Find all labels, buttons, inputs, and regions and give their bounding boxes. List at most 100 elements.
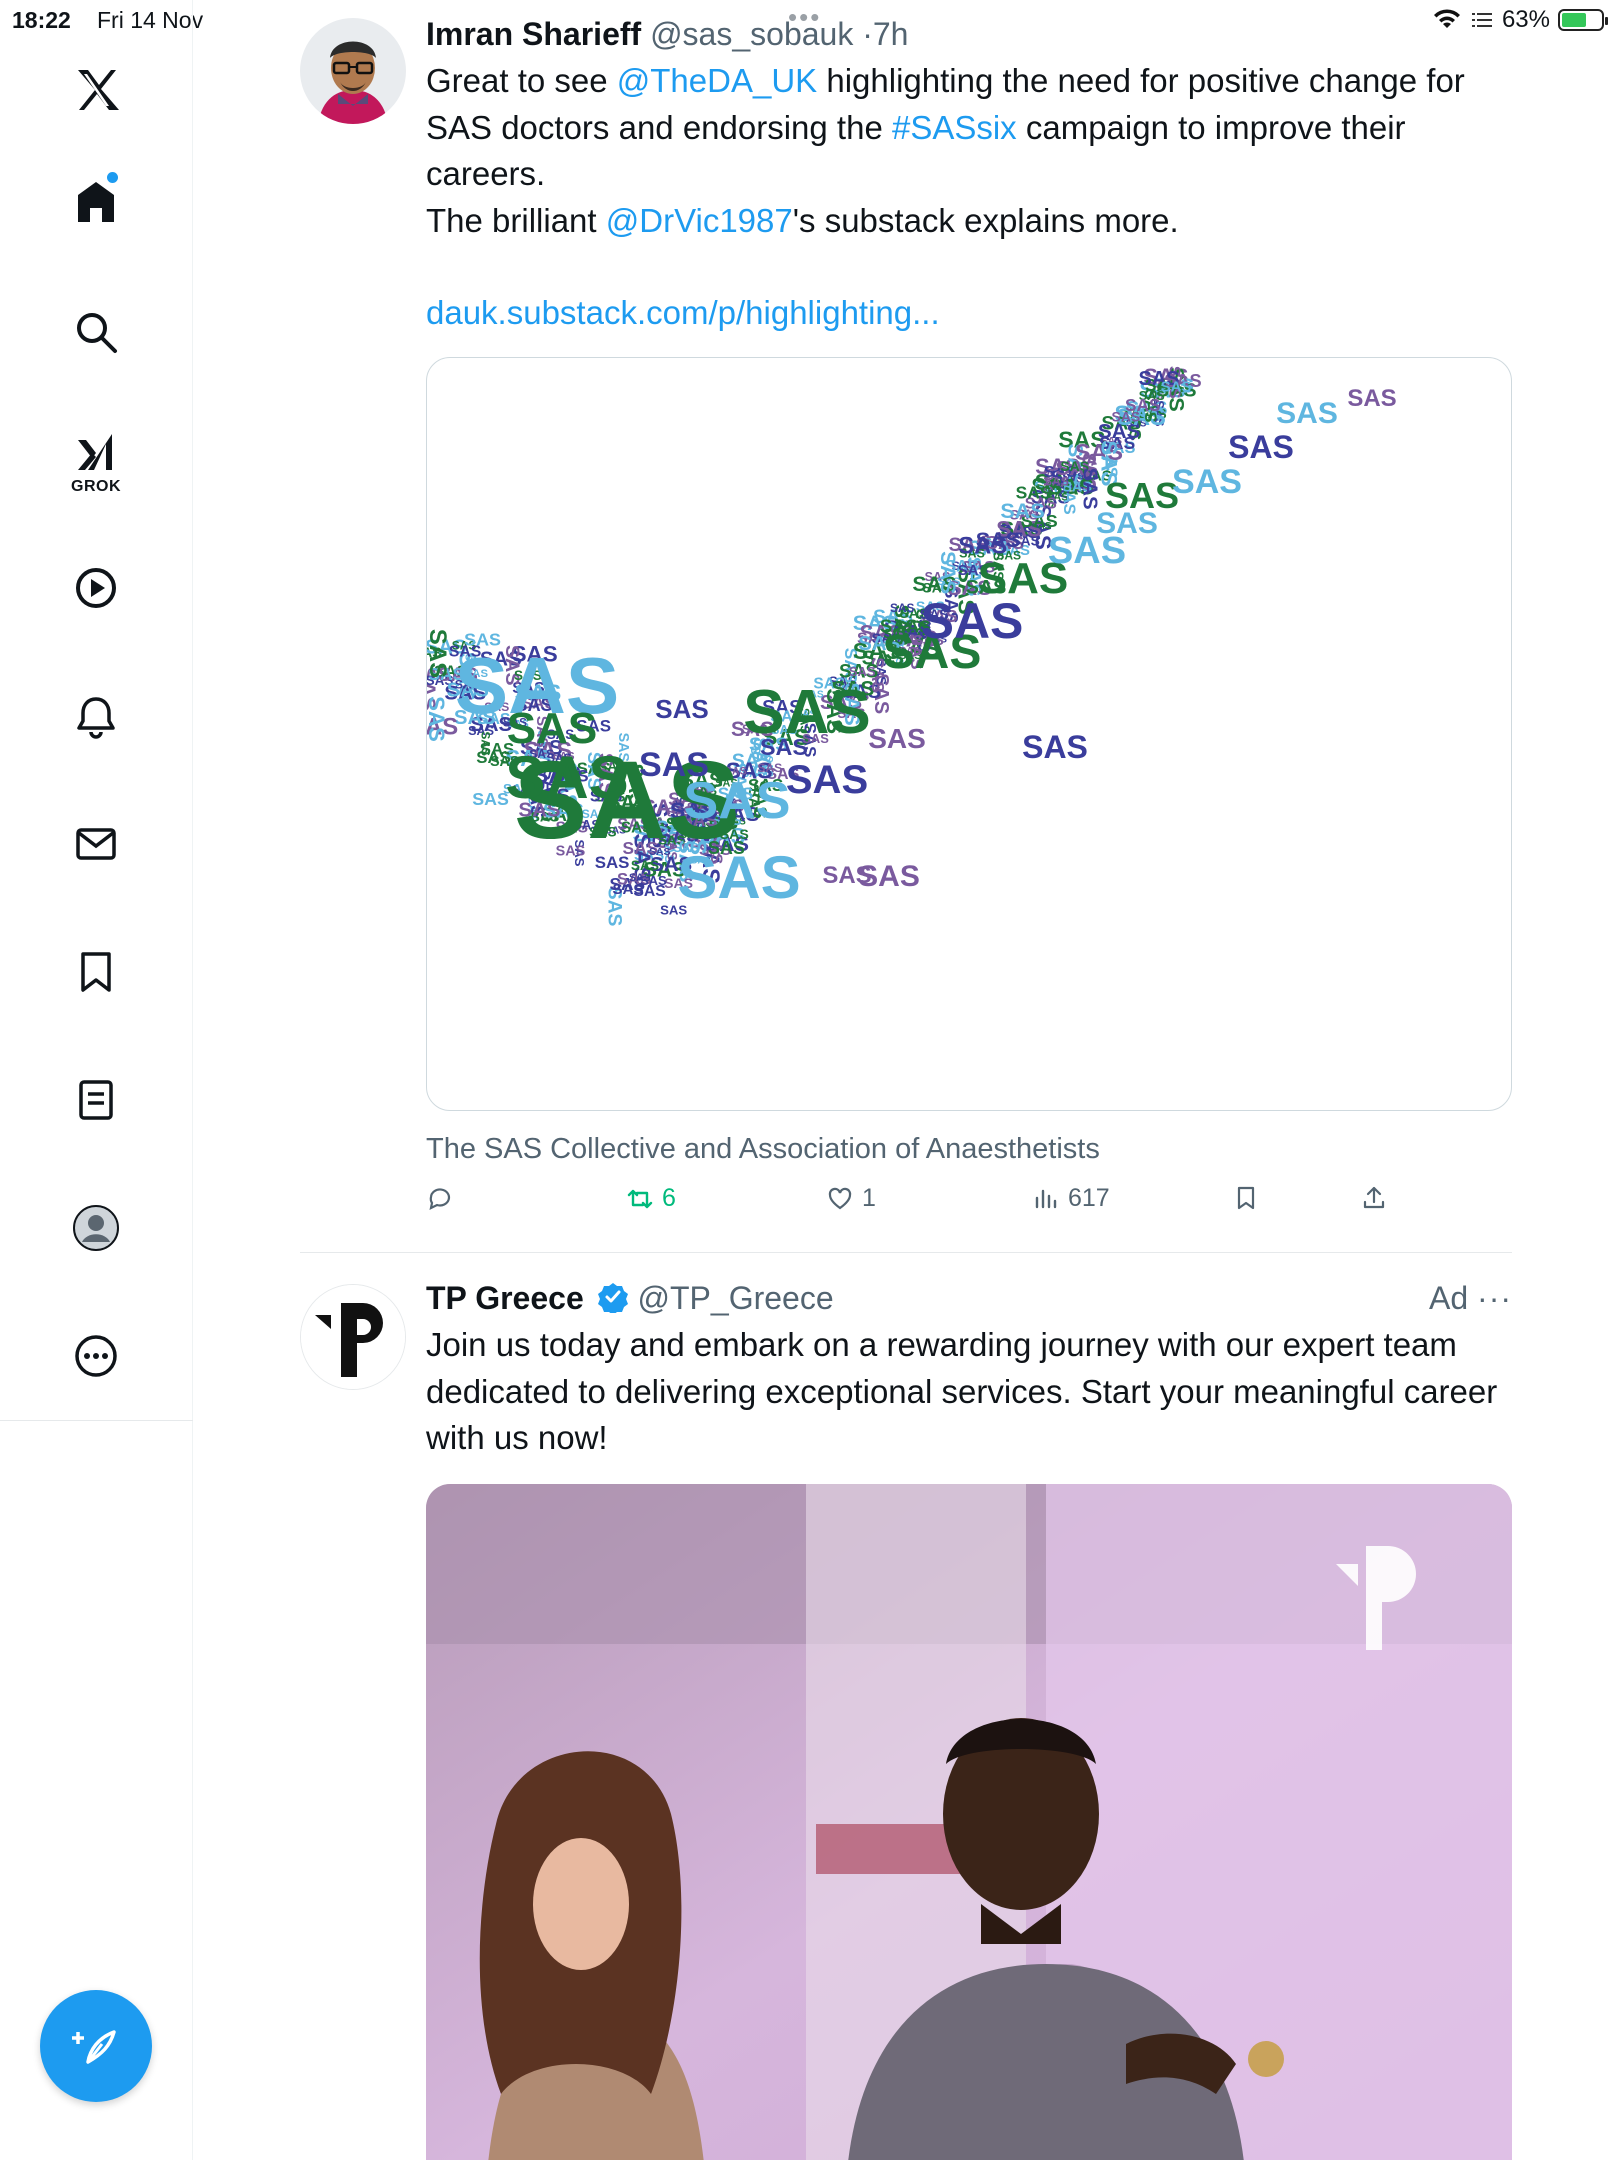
wordcloud-word: SAS — [1276, 397, 1338, 430]
ad-video-frame — [426, 1484, 1512, 2160]
more-icon — [75, 1335, 117, 1377]
wordcloud-word: SAS — [505, 744, 628, 811]
external-link[interactable]: dauk.substack.com/p/highlighting... — [426, 290, 1512, 337]
battery-icon — [1558, 9, 1608, 31]
sidebar-item-messages[interactable] — [60, 808, 132, 880]
tweet-text-part: 's substack explains more. — [792, 201, 1179, 239]
wordcloud-word: SAS — [786, 758, 868, 802]
author-avatar[interactable] — [300, 1284, 406, 1390]
wordcloud-word: SAS — [849, 663, 876, 678]
share-icon — [1363, 1186, 1385, 1209]
sidebar-divider — [0, 1420, 193, 1421]
sidebar-item-explore[interactable] — [60, 296, 132, 368]
share-button[interactable] — [1360, 1184, 1388, 1212]
tweet-header: Imran Sharieff @sas_sobauk ·7h — [426, 14, 1512, 54]
ad-label[interactable]: Ad ··· — [1429, 1278, 1512, 1318]
wordcloud-word: SAS — [868, 723, 926, 754]
tweet-divider — [300, 1252, 1512, 1253]
tweet-text: Join us today and embark on a rewarding … — [426, 1326, 1498, 1456]
wordcloud-word: SAS — [639, 746, 709, 784]
more-options-icon[interactable]: ··· — [1477, 1280, 1512, 1316]
sidebar-item-home[interactable] — [60, 166, 132, 238]
x-logo-icon[interactable] — [60, 54, 132, 126]
tweet-header: TP Greece @TP_Greece Ad ··· — [426, 1278, 1512, 1318]
wordcloud-word: SAS — [427, 628, 451, 677]
bell-icon — [77, 697, 115, 739]
author-handle[interactable]: @TP_Greece — [638, 1280, 834, 1316]
reply-button[interactable] — [426, 1184, 462, 1212]
wordcloud-word: SAS — [936, 551, 959, 594]
author-name[interactable]: TP Greece — [426, 1280, 584, 1316]
mail-icon — [76, 828, 116, 860]
mention-link[interactable]: @DrVic1987 — [606, 202, 793, 239]
search-icon — [77, 313, 117, 353]
hashtag-link[interactable]: #SASsix — [892, 109, 1017, 146]
tweet-text-part: Great to see — [426, 62, 617, 99]
sidebar-item-profile[interactable] — [60, 1192, 132, 1264]
reply-icon — [429, 1188, 451, 1210]
tweet-body: Imran Sharieff @sas_sobauk ·7h Great to … — [426, 14, 1512, 1166]
wordcloud-word: SAS — [1044, 474, 1069, 488]
views-button[interactable]: 617 — [1032, 1184, 1110, 1213]
retweet-count: 6 — [662, 1184, 676, 1212]
grok-icon — [78, 434, 112, 470]
compose-icon — [72, 2030, 116, 2064]
wordcloud-word: SAS — [1172, 463, 1242, 501]
bookmark-icon — [1237, 1186, 1255, 1210]
heart-icon — [828, 1187, 852, 1209]
sas-checkmark-wordcloud: SASSASSASSASSASSASSASSASSASSASSASSASSASS… — [427, 364, 1397, 926]
wordcloud-word: SAS — [1022, 729, 1088, 765]
compose-button[interactable] — [40, 1990, 152, 2102]
sidebar-item-video[interactable] — [60, 552, 132, 624]
bookmark-button[interactable] — [1232, 1184, 1260, 1212]
wordcloud-word: SAS — [655, 694, 708, 724]
author-handle[interactable]: @sas_sobauk — [650, 16, 853, 52]
link-card-image[interactable]: SAS SAS SAS SAS SAS SAS SAS SAS SAS SAS SAS SAS SAS S… — [426, 356, 1512, 1111]
wordcloud-word: SAS — [976, 526, 1020, 551]
wordcloud-word: SAS — [822, 862, 871, 889]
wordcloud-word: SAS — [1000, 497, 1044, 522]
tweet-text-part: The brilliant — [426, 201, 606, 239]
like-count: 1 — [862, 1184, 876, 1212]
wordcloud-word: SAS — [1096, 507, 1158, 540]
wordcloud-word: SAS — [1347, 385, 1396, 412]
unread-dot — [107, 172, 118, 183]
tweet-actions: 6 1 617 — [426, 1184, 1512, 1224]
like-button[interactable]: 1 — [826, 1184, 876, 1213]
bookmark-icon — [81, 952, 111, 992]
verified-badge-icon — [597, 1283, 628, 1313]
mention-link[interactable]: @TheDA_UK — [617, 62, 817, 99]
retweet-button[interactable]: 6 — [626, 1184, 676, 1213]
wordcloud-word: SAS — [1161, 379, 1192, 395]
wordcloud-word: SAS — [1125, 394, 1161, 414]
tweet-text: Great to see @TheDA_UK highlighting the … — [426, 58, 1512, 244]
ad-video[interactable] — [426, 1484, 1512, 2160]
sidebar-item-more[interactable] — [60, 1320, 132, 1392]
views-icon — [1035, 1189, 1057, 1208]
ad-label-text: Ad — [1429, 1280, 1469, 1316]
play-icon — [76, 568, 116, 608]
home-icon — [78, 182, 114, 222]
wordcloud-word: SAS — [677, 844, 800, 911]
sidebar-item-notifications[interactable] — [60, 680, 132, 752]
sidebar-item-lists[interactable] — [60, 1064, 132, 1136]
wordcloud-word: SAS — [890, 600, 915, 614]
wordcloud-word: SAS — [640, 873, 667, 888]
list-icon — [79, 1080, 113, 1120]
sidebar-item-bookmarks[interactable] — [60, 936, 132, 1008]
sidebar: GROK — [0, 0, 193, 2160]
author-avatar[interactable] — [300, 18, 406, 124]
wordcloud-word: SAS — [743, 678, 870, 747]
separator-dot: · — [862, 16, 873, 52]
retweet-icon — [627, 1189, 653, 1208]
battery-level — [1562, 13, 1586, 27]
wordcloud-word: SAS — [427, 696, 449, 742]
tweet-time[interactable]: 7h — [873, 16, 909, 52]
tweet-body: TP Greece @TP_Greece Ad ··· Join us toda… — [426, 1278, 1512, 1462]
views-count: 617 — [1068, 1184, 1110, 1212]
avatar-icon — [73, 1205, 119, 1251]
link-card-caption[interactable]: The SAS Collective and Association of An… — [426, 1133, 1512, 1166]
wordcloud-word: SAS — [1228, 429, 1294, 465]
author-name[interactable]: Imran Sharieff — [426, 16, 641, 52]
grok-label: GROK — [71, 478, 121, 495]
